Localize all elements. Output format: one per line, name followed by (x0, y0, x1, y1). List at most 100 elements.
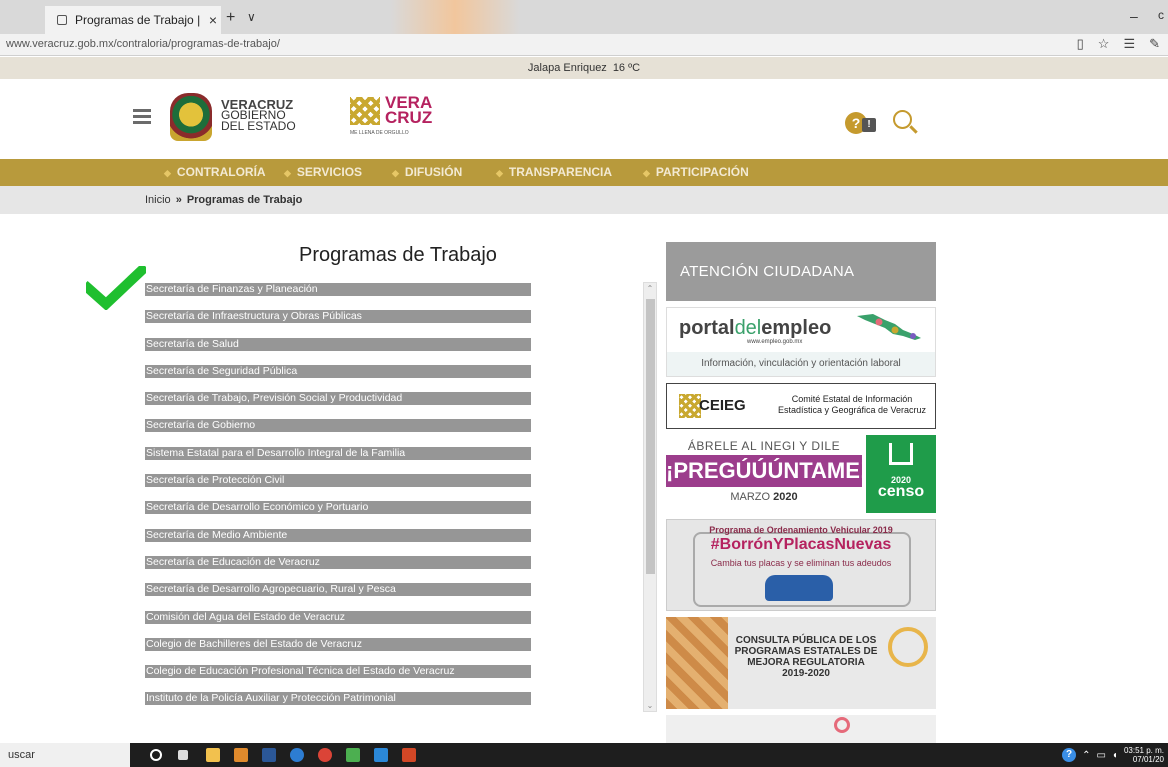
list-item[interactable]: Colegio de Bachilleres del Estado de Ver… (145, 637, 531, 651)
list-item[interactable]: Secretaría de Protección Civil (145, 474, 531, 488)
list-item[interactable]: Instituto de la Policía Auxiliar y Prote… (145, 692, 531, 706)
list-item[interactable]: Colegio de Educación Profesional Técnica… (145, 665, 531, 679)
weather-bar: Jalapa Enriquez 16 ºC (0, 57, 1168, 79)
menu-hamburger-icon[interactable] (133, 109, 151, 124)
nav-item-transparencia[interactable]: ◆ TRANSPARENCIA (496, 159, 612, 186)
breadcrumb-separator: » (175, 194, 182, 206)
main-nav: ◆ CONTRALORÍA ◆ SERVICIOS ◆ DIFUSIÓN ◆ TRANS… (0, 159, 1168, 186)
government-logo-text[interactable]: VERACRUZ GOBIERNO DEL ESTADO (221, 98, 296, 133)
nav-bullet-icon: ◆ (392, 168, 399, 178)
list-item[interactable]: Secretaría de Infraestructura y Obras Pú… (145, 310, 531, 324)
browser-tab[interactable]: Programas de Trabajo | × (45, 6, 221, 34)
site-header: VERACRUZ GOBIERNO DEL ESTADO VERA CRUZ M… (0, 79, 1168, 159)
system-clock[interactable]: 03:51 p. m. 07/01/20 (1124, 746, 1164, 764)
network-icon[interactable]: ▭ (1096, 750, 1105, 761)
volume-icon[interactable]: ◖ (1112, 750, 1118, 761)
powerpoint-icon[interactable] (402, 748, 416, 762)
tab-list-icon[interactable]: ∨ (247, 10, 256, 24)
edge-icon[interactable] (374, 748, 388, 762)
app-icon[interactable] (234, 748, 248, 762)
inegi-censo-banner[interactable]: ÁBRELE AL INEGI Y DILE ¡PREGÚÚÚNTAME! MA… (666, 435, 936, 513)
portal-empleo-caption: Información, vinculación y orientación l… (667, 352, 935, 376)
scroll-up-icon[interactable]: ⌃ (644, 284, 656, 293)
nav-bullet-icon: ◆ (496, 168, 503, 178)
favorite-star-icon[interactable]: ☆ (1098, 36, 1110, 52)
green-check-icon (86, 266, 146, 310)
nav-item-servicios[interactable]: ◆ SERVICIOS (284, 159, 362, 186)
ceieg-banner[interactable]: CEIEG Comité Estatal de Información Esta… (666, 383, 936, 429)
list-item[interactable]: Sistema Estatal para el Desarrollo Integ… (145, 446, 531, 460)
tab-bar-glow (390, 0, 520, 34)
url-text[interactable]: www.veracruz.gob.mx/contraloria/programa… (6, 38, 280, 50)
breadcrumb-home-link[interactable]: Inicio (145, 194, 171, 206)
reading-view-icon[interactable]: ▯ (1077, 36, 1084, 52)
nav-item-difusion[interactable]: ◆ DIFUSIÓN (392, 159, 462, 186)
nav-bullet-icon: ◆ (164, 168, 171, 178)
programs-list: Secretaría de Finanzas y Planeación Secr… (145, 283, 531, 720)
list-scrollbar[interactable]: ⌃ ⌄ (643, 282, 657, 712)
minimize-icon[interactable]: – (1130, 8, 1138, 24)
portal-empleo-logo: portaldelempleo (679, 317, 832, 339)
logo-word-2: CRUZ (385, 108, 433, 127)
censo-badge: 2020 censo (866, 435, 936, 513)
consulta-publica-banner[interactable]: CONSULTA PÚBLICA DE LOS PROGRAMAS ESTATA… (666, 617, 936, 709)
next-banner[interactable] (666, 715, 936, 745)
nav-bullet-icon: ◆ (643, 168, 650, 178)
internet-explorer-icon[interactable] (290, 748, 304, 762)
veracruz-pattern-icon (350, 97, 380, 125)
search-icon[interactable] (893, 110, 912, 129)
window-control-icon[interactable]: c (1158, 8, 1164, 22)
list-item[interactable]: Secretaría de Educación de Veracruz (145, 555, 531, 569)
list-item[interactable]: Secretaría de Desarrollo Agropecuario, R… (145, 583, 531, 597)
placas-program-title: Programa de Ordenamiento Vehicular 2019 (709, 525, 893, 535)
new-tab-icon[interactable]: + (226, 9, 235, 27)
scroll-thumb[interactable] (646, 299, 655, 574)
app-green-icon[interactable] (346, 748, 360, 762)
gov-line-3: DEL ESTADO (221, 119, 296, 133)
taskbar-search[interactable]: uscar (0, 743, 130, 767)
cortana-icon[interactable] (150, 749, 162, 761)
word-icon[interactable] (262, 748, 276, 762)
tray-expand-icon[interactable]: ⌃ (1082, 750, 1090, 761)
help-alert-icon[interactable]: ! (862, 118, 876, 132)
weather-temp: 16 ºC (612, 62, 641, 74)
list-item[interactable]: Comisión del Agua del Estado de Veracruz (145, 610, 531, 624)
tab-close-icon[interactable]: × (205, 12, 221, 28)
inegi-pregunta: ¡PREGÚÚÚNTAME! (666, 455, 867, 487)
ceieg-description: Comité Estatal de Información Estadístic… (777, 394, 927, 415)
state-coat-of-arms-icon[interactable] (170, 93, 212, 141)
nav-item-contraloria[interactable]: ◆ CONTRALORÍA (164, 159, 266, 186)
address-bar[interactable]: www.veracruz.gob.mx/contraloria/programa… (0, 34, 1168, 56)
veracruz-brand-logo[interactable]: VERA CRUZ ME LLENA DE ORGULLO (350, 94, 450, 139)
portal-empleo-banner[interactable]: portaldelempleo www.empleo.gob.mx Inform… (666, 307, 936, 377)
placas-subtitle: Cambia tus placas y se eliminan tus adeu… (710, 558, 892, 568)
weather-city: Jalapa Enriquez (527, 62, 607, 74)
sidebar: ATENCIÓN CIUDADANA portaldelempleo www.e… (666, 242, 936, 745)
help-tray-icon[interactable]: ? (1062, 748, 1077, 762)
breadcrumb-current: Programas de Trabajo (186, 194, 303, 206)
list-item[interactable]: Secretaría de Medio Ambiente (145, 528, 531, 542)
tab-title: Programas de Trabajo | (75, 13, 201, 27)
nav-bullet-icon: ◆ (284, 168, 291, 178)
list-item[interactable]: Secretaría de Trabajo, Previsión Social … (145, 392, 531, 406)
list-item[interactable]: Secretaría de Seguridad Pública (145, 364, 531, 378)
list-item[interactable]: Secretaría de Finanzas y Planeación (145, 283, 531, 296)
list-item[interactable]: Secretaría de Desarrollo Económico y Por… (145, 501, 531, 515)
list-item[interactable]: Secretaría de Gobierno (145, 419, 531, 433)
censo-house-icon (889, 443, 913, 465)
chrome-icon[interactable] (318, 748, 332, 762)
borron-placas-banner[interactable]: Programa de Ordenamiento Vehicular 2019 … (666, 519, 936, 611)
consulta-pattern-graphic (666, 617, 728, 709)
windows-taskbar: uscar ? ⌃ ▭ ◖ 03:51 p. m. 07/01/20 (0, 743, 1168, 767)
favorites-list-icon[interactable]: ☰ (1123, 36, 1135, 52)
touch-hand-icon (888, 627, 928, 667)
list-item[interactable]: Secretaría de Salud (145, 337, 531, 351)
notes-pen-icon[interactable]: ✎ (1149, 36, 1160, 52)
ceieg-pattern-icon (679, 394, 701, 418)
placas-hashtag: #BorrónYPlacasNuevas (710, 536, 892, 553)
task-view-icon[interactable] (178, 750, 188, 760)
atencion-ciudadana-heading: ATENCIÓN CIUDADANA (666, 242, 936, 301)
scroll-down-icon[interactable]: ⌄ (644, 701, 656, 710)
file-explorer-icon[interactable] (206, 748, 220, 762)
nav-item-participacion[interactable]: ◆ PARTICIPACIÓN (643, 159, 749, 186)
